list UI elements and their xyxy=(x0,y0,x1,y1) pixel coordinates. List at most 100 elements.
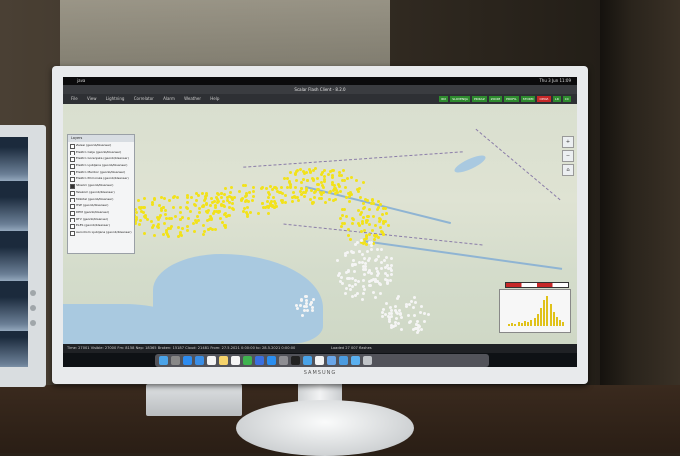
lightning-strike xyxy=(206,208,210,212)
lightning-strike xyxy=(302,190,306,194)
lightning-map[interactable]: Layers Zalesi (geonb/blsanser) Elektro Ce… xyxy=(63,104,577,344)
status-button[interactable]: LR xyxy=(553,96,561,102)
lightning-strike xyxy=(344,185,348,189)
layer-item[interactable]: Elektro Primorska (geonb/blsanser) xyxy=(68,175,134,183)
lightning-strike xyxy=(389,257,393,261)
status-button[interactable]: SLOVENIJA xyxy=(450,96,470,102)
menu-help[interactable]: Help xyxy=(210,96,219,101)
status-button[interactable]: IDX xyxy=(438,96,449,102)
lightning-strike xyxy=(384,301,388,305)
monitor-stand-base xyxy=(236,400,414,456)
lightning-strike xyxy=(389,314,393,318)
mail-icon[interactable] xyxy=(195,356,204,365)
app-store-icon[interactable] xyxy=(267,356,276,365)
keynote-icon[interactable] xyxy=(255,356,264,365)
launchpad-icon[interactable] xyxy=(171,356,180,365)
lightning-strike xyxy=(339,275,343,279)
menu-lightning[interactable]: Lightning xyxy=(106,96,125,101)
layer-item[interactable]: Zalesi (geonb/blsanser) xyxy=(68,142,134,149)
histogram-bar xyxy=(562,322,565,326)
lightning-strike xyxy=(347,200,351,203)
status-button[interactable]: STORM xyxy=(520,96,536,102)
layer-item[interactable]: Elektro Ljubljana (geonb/blsanser) xyxy=(68,162,134,169)
menubar-app-name[interactable]: java xyxy=(77,77,85,85)
textedit-icon[interactable] xyxy=(315,356,324,365)
lightning-strike xyxy=(373,235,377,239)
layer-item[interactable]: RTV (geonb/blsanser) xyxy=(68,216,134,223)
side-monitor-button[interactable] xyxy=(30,290,36,296)
status-button[interactable]: OPOZ. xyxy=(537,96,552,102)
lightning-strike xyxy=(356,280,360,284)
layer-item[interactable]: Elektro Gorenjska (geonb/blsanser) xyxy=(68,155,134,163)
histogram-bar xyxy=(517,322,520,326)
layer-item[interactable]: Elektro Maribor (geonb/blsanser) xyxy=(68,169,134,176)
preferences-icon[interactable] xyxy=(279,356,288,365)
reminders-icon[interactable] xyxy=(231,356,240,365)
layer-checkbox[interactable] xyxy=(70,230,75,236)
lightning-strike xyxy=(163,196,167,200)
menubar-clock[interactable]: Thu 3 Jun 11:09 xyxy=(539,77,571,85)
lightning-strike xyxy=(275,205,279,209)
lightning-strike xyxy=(396,294,400,298)
lightning-strike xyxy=(375,257,379,261)
status-button[interactable]: PROFIL xyxy=(504,96,519,102)
histogram-bar xyxy=(524,321,526,326)
lightning-strike xyxy=(294,178,298,182)
finder-2-icon[interactable] xyxy=(303,356,312,365)
menu-view[interactable]: View xyxy=(87,96,97,101)
preview-icon[interactable] xyxy=(327,356,336,365)
layer-item[interactable]: ELES (geonb/blsanser) xyxy=(68,222,134,229)
status-button[interactable]: ZOOM xyxy=(488,96,503,102)
folder-icon[interactable] xyxy=(339,356,348,365)
histogram-bar xyxy=(540,308,542,326)
lightning-strike xyxy=(381,230,385,234)
safari-icon[interactable] xyxy=(183,356,192,365)
lightning-strike xyxy=(351,285,355,289)
layer-item[interactable]: Aerodrom Ljubljana (geonb/blsanser) xyxy=(68,229,134,236)
lightning-strike xyxy=(378,282,382,286)
menu-weather[interactable]: Weather xyxy=(184,96,201,101)
zoom-out-button[interactable]: − xyxy=(562,150,574,162)
notes-icon[interactable] xyxy=(219,356,228,365)
lightning-strike xyxy=(379,261,383,265)
side-monitor-button[interactable] xyxy=(30,320,36,326)
downloads-icon[interactable] xyxy=(351,356,360,365)
river xyxy=(363,240,563,270)
layer-item[interactable]: Strezici (geonb/blsanser) xyxy=(68,182,134,189)
lightning-strike xyxy=(367,232,371,236)
lightning-strike xyxy=(180,215,184,219)
lightning-strike xyxy=(197,207,201,211)
status-button[interactable]: CC xyxy=(562,96,571,102)
finder-icon[interactable] xyxy=(159,356,168,365)
terminal-icon[interactable] xyxy=(291,356,300,365)
lightning-strike xyxy=(411,327,415,331)
lightning-strike xyxy=(385,212,389,216)
lightning-strike xyxy=(204,203,208,207)
lightning-strike xyxy=(190,196,194,200)
calendar-icon[interactable] xyxy=(207,356,216,365)
layer-item[interactable]: HSE (geonb/blsanser) xyxy=(68,202,134,209)
home-button[interactable]: ⌂ xyxy=(562,164,574,176)
layer-item[interactable]: Telekom (geonb/blsanser) xyxy=(68,189,134,196)
lightning-strike xyxy=(230,186,234,190)
lightning-strike xyxy=(338,185,342,189)
layer-item[interactable]: Mobitel (geonb/blsanser) xyxy=(68,196,134,203)
numbers-icon[interactable] xyxy=(243,356,252,365)
menu-alarm[interactable]: Alarm xyxy=(163,96,175,101)
side-monitor-button[interactable] xyxy=(30,305,36,311)
menu-correlator[interactable]: Correlator xyxy=(134,96,154,101)
layer-item[interactable]: DEM (geonb/blsanser) xyxy=(68,209,134,216)
layer-label: Strezici (geonb/blsanser) xyxy=(76,183,114,188)
lightning-strike xyxy=(327,190,331,194)
lightning-strike xyxy=(381,213,385,217)
status-button[interactable]: PRIKAZ xyxy=(471,96,487,102)
layers-panel[interactable]: Layers Zalesi (geonb/blsanser) Elektro Ce… xyxy=(67,134,135,254)
lightning-strike xyxy=(370,244,374,248)
layer-item[interactable]: Elektro Celje (geonb/blsanser) xyxy=(68,149,134,156)
menu-file[interactable]: File xyxy=(71,96,78,101)
trash-icon[interactable] xyxy=(363,356,372,365)
layer-label: Elektro Celje (geonb/blsanser) xyxy=(76,149,122,154)
lightning-strike xyxy=(343,253,347,257)
zoom-in-button[interactable]: + xyxy=(562,136,574,148)
histogram-bar xyxy=(527,322,530,326)
